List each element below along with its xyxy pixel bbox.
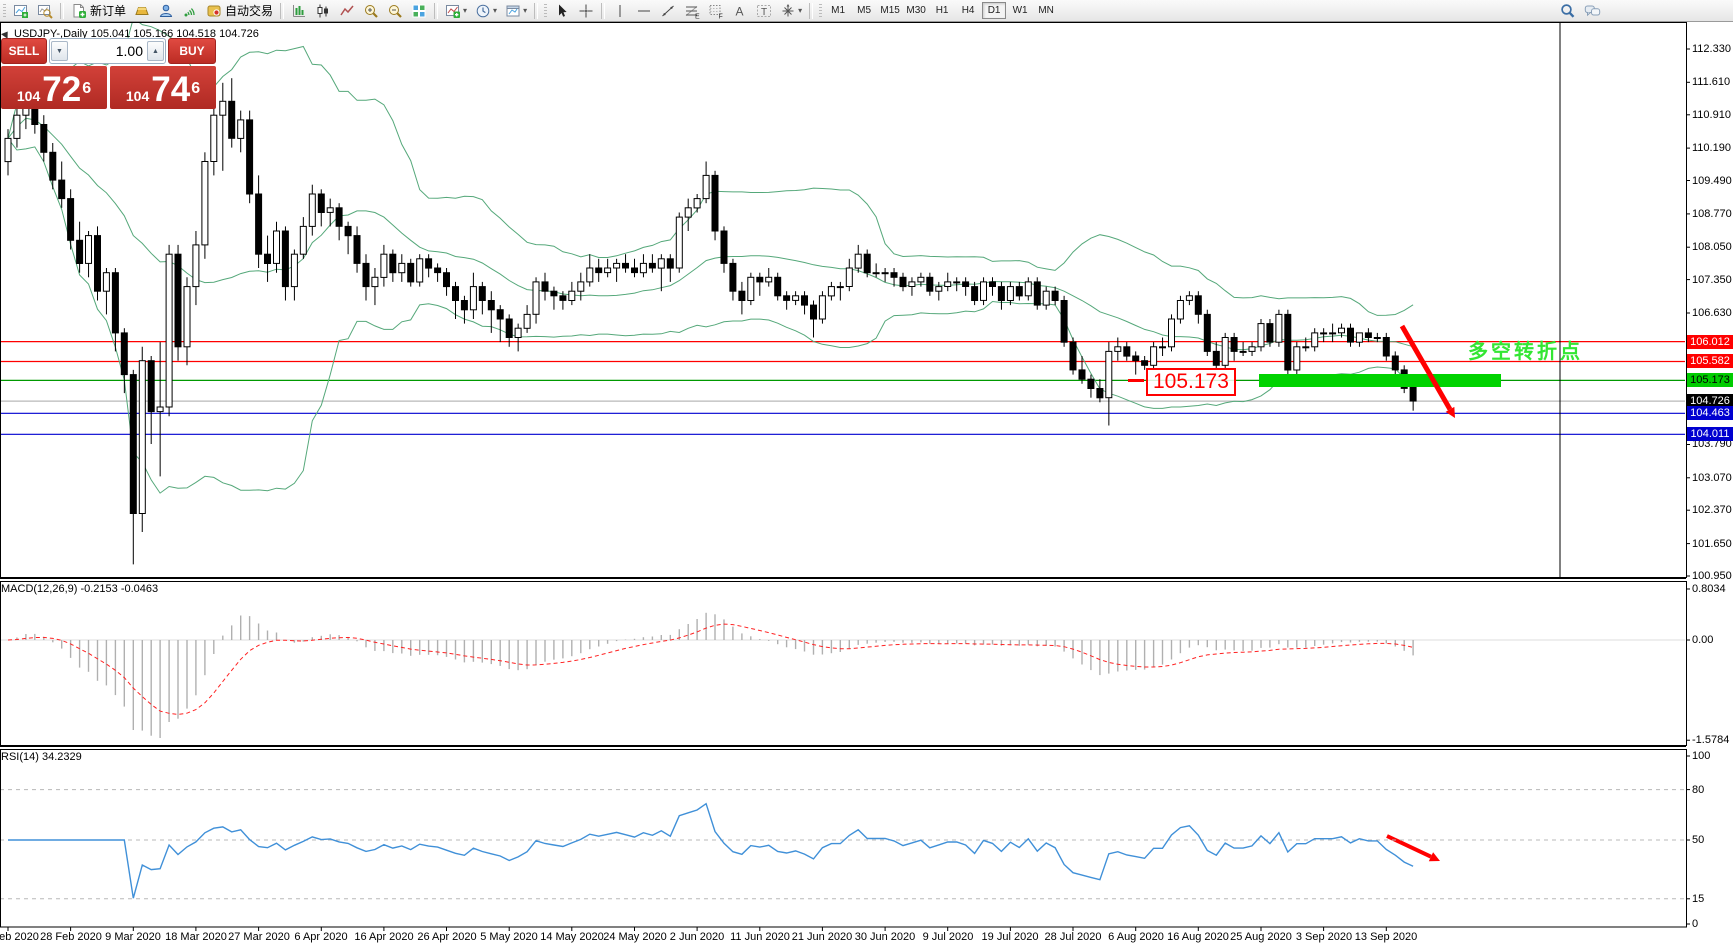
candles-layer — [5, 78, 1416, 564]
price-tick: 110.910 — [1692, 109, 1731, 121]
rsi-label: RSI(14) 34.2329 — [1, 751, 82, 763]
date-tick: 3 Sep 2020 — [1296, 931, 1352, 943]
price-tick: 112.330 — [1692, 43, 1731, 55]
date-tick: 14 May 2020 — [540, 931, 604, 943]
sell-button[interactable]: SELL — [1, 38, 47, 64]
sell-price-big: 72 — [42, 74, 81, 106]
price-tick: 107.350 — [1692, 274, 1732, 286]
price-tick: 110.190 — [1692, 142, 1731, 154]
buy-price-button[interactable]: 104 74 6 — [110, 66, 216, 109]
buy-price-sup: 6 — [191, 72, 200, 106]
macd-label: MACD(12,26,9) -0.2153 -0.0463 — [1, 583, 158, 595]
date-tick: 30 Jun 2020 — [855, 931, 916, 943]
date-tick: 25 Aug 2020 — [1230, 931, 1292, 943]
rsi-tick: 80 — [1692, 784, 1704, 796]
date-tick: 6 Aug 2020 — [1108, 931, 1164, 943]
date-tick: 13 Sep 2020 — [1355, 931, 1417, 943]
one-click-trading-panel: SELL ▼ ▲ BUY 104 72 6 104 74 6 — [1, 38, 216, 109]
date-tick: 19 Feb 2020 — [0, 931, 39, 943]
volume-down-button[interactable]: ▼ — [51, 41, 68, 61]
buy-price-big: 74 — [151, 74, 190, 106]
price-tick: 103.070 — [1692, 472, 1732, 484]
annotation-layer — [1259, 326, 1501, 861]
price-badge: 105.582 — [1687, 354, 1733, 368]
sell-price-button[interactable]: 104 72 6 — [1, 66, 107, 109]
volume-input[interactable] — [68, 42, 147, 60]
price-tick: 101.650 — [1692, 538, 1732, 550]
date-tick: 28 Jul 2020 — [1045, 931, 1102, 943]
date-tick: 26 Apr 2020 — [417, 931, 476, 943]
buy-price-base: 104 — [126, 86, 149, 106]
date-tick: 16 Apr 2020 — [354, 931, 413, 943]
date-tick: 11 Jun 2020 — [730, 931, 790, 943]
price-annotation: 105.173 — [1146, 368, 1236, 396]
buy-button[interactable]: BUY — [168, 38, 216, 64]
rsi-tick: 50 — [1692, 834, 1704, 846]
date-tick: 9 Mar 2020 — [105, 931, 161, 943]
price-badge: 105.173 — [1687, 373, 1733, 387]
rsi-tick: 0 — [1692, 918, 1698, 930]
price-tick: 102.370 — [1692, 504, 1732, 516]
price-badge: 104.463 — [1687, 406, 1733, 420]
volume-spinner: ▼ ▲ — [49, 38, 166, 64]
volume-up-button[interactable]: ▲ — [147, 41, 164, 61]
price-badge: 106.012 — [1687, 335, 1733, 349]
price-tick: 100.950 — [1692, 570, 1732, 582]
macd-tick: -1.5784 — [1692, 734, 1729, 746]
price-tick: 111.610 — [1692, 76, 1730, 88]
macd-tick: 0.8034 — [1692, 583, 1726, 595]
date-tick: 6 Apr 2020 — [294, 931, 347, 943]
date-tick: 18 Mar 2020 — [165, 931, 227, 943]
price-badge: 104.011 — [1687, 427, 1733, 441]
sell-price-base: 104 — [17, 86, 40, 106]
macd-tick: 0.00 — [1692, 634, 1713, 646]
sell-price-sup: 6 — [82, 72, 91, 106]
rsi-layer — [0, 790, 1686, 899]
mt4-window: 新订单自动交易▾▾▾EFAT▾M1M5M15M30H1H4D1W1MN USDJ… — [0, 0, 1733, 944]
date-tick: 9 Jul 2020 — [923, 931, 974, 943]
date-tick: 27 Mar 2020 — [228, 931, 290, 943]
price-tick: 108.770 — [1692, 208, 1732, 220]
price-tick: 106.630 — [1692, 307, 1732, 319]
date-tick: 21 Jun 2020 — [792, 931, 853, 943]
level-lines — [0, 23, 1686, 577]
date-tick: 19 Jul 2020 — [982, 931, 1039, 943]
price-tick: 109.490 — [1692, 175, 1732, 187]
macd-layer — [0, 613, 1686, 738]
date-tick: 5 May 2020 — [480, 931, 537, 943]
bollinger-bands-layer — [8, 18, 1413, 493]
date-tick: 16 Aug 2020 — [1167, 931, 1229, 943]
price-tag-dash — [1128, 379, 1144, 382]
rsi-tick: 100 — [1692, 750, 1710, 762]
price-tick: 108.050 — [1692, 241, 1732, 253]
date-tick: 28 Feb 2020 — [40, 931, 102, 943]
turning-point-annotation: 多空转折点 — [1468, 335, 1583, 364]
chart-canvas[interactable] — [0, 0, 1733, 944]
date-tick: 24 May 2020 — [603, 931, 667, 943]
rsi-tick: 15 — [1692, 893, 1704, 905]
date-tick: 2 Jun 2020 — [670, 931, 724, 943]
